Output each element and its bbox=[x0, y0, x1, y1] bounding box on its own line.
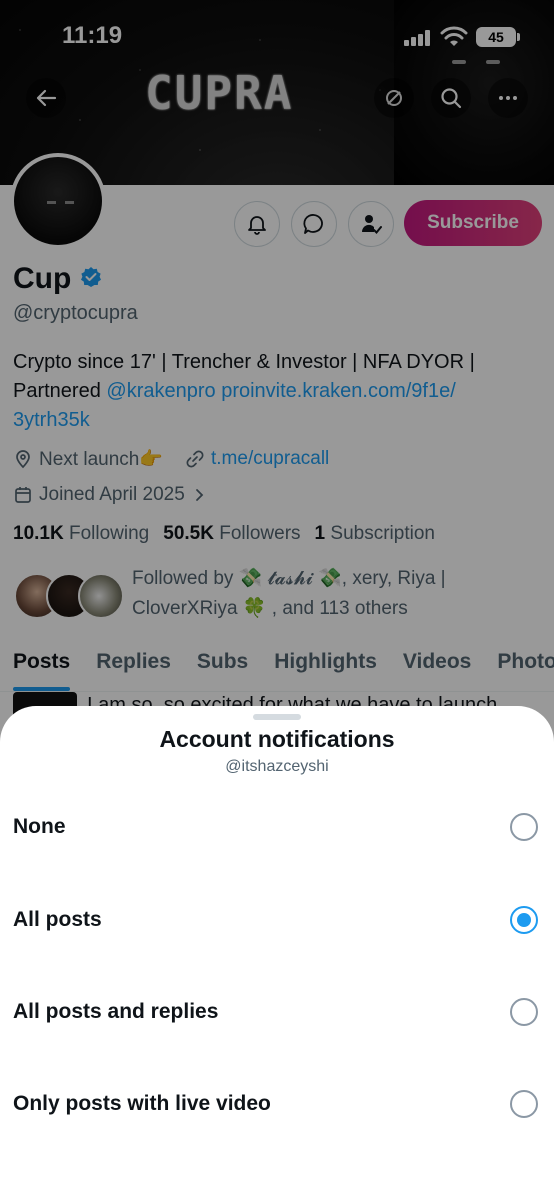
option-label: All posts and replies bbox=[13, 1000, 219, 1023]
radio-live-video[interactable] bbox=[510, 1090, 538, 1118]
option-label: Only posts with live video bbox=[13, 1092, 271, 1115]
radio-all-posts-and-replies[interactable] bbox=[510, 998, 538, 1026]
option-live-video[interactable]: Only posts with live video bbox=[0, 1059, 554, 1149]
option-none[interactable]: None bbox=[0, 782, 554, 872]
sheet-subtitle: @itshazceyshi bbox=[225, 758, 329, 775]
option-label: None bbox=[13, 815, 66, 838]
radio-all-posts[interactable] bbox=[510, 906, 538, 934]
sheet-title: Account notifications bbox=[159, 726, 395, 752]
option-all-posts-and-replies[interactable]: All posts and replies bbox=[0, 967, 554, 1057]
option-label: All posts bbox=[13, 908, 102, 931]
option-all-posts[interactable]: All posts bbox=[0, 875, 554, 965]
sheet-grabber[interactable] bbox=[253, 714, 301, 720]
radio-none[interactable] bbox=[510, 813, 538, 841]
account-notifications-sheet: Account notifications @itshazceyshi None… bbox=[0, 706, 554, 1199]
